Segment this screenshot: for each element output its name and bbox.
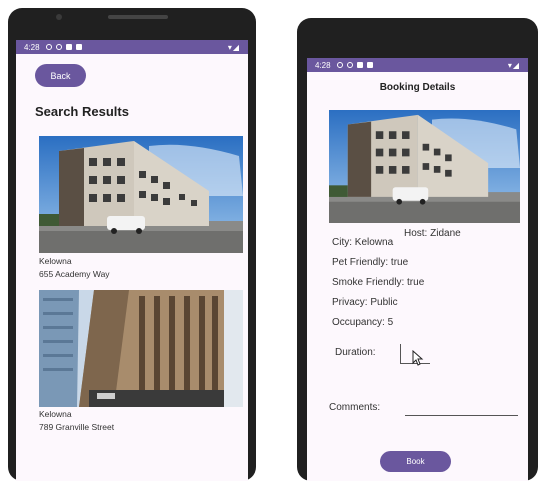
comments-label: Comments:: [329, 402, 381, 413]
clock-icon: [336, 62, 343, 68]
shield-icon: [346, 62, 353, 68]
host-label: Host: Zidane: [404, 228, 461, 239]
result-city: Kelowna: [39, 256, 72, 266]
left-phone-frame: 4:28 ▾◢ Back Search Results Kelowna 655 …: [8, 8, 256, 481]
wifi-signal-icon: ▾◢: [507, 60, 520, 70]
sim-icon: [356, 62, 363, 68]
status-bar: 4:28 ▾◢: [16, 40, 248, 54]
sim-icon: [65, 44, 72, 50]
listing-photo-apartment: [329, 110, 520, 223]
occupancy-label: Occupancy: 5: [332, 317, 394, 328]
status-bar: 4:28 ▾◢: [307, 58, 528, 72]
status-icons: [336, 62, 373, 68]
duration-label: Duration:: [335, 347, 376, 358]
comments-input[interactable]: [405, 415, 518, 416]
clock-icon: [45, 44, 52, 50]
status-icons: [45, 44, 82, 50]
status-time: 4:28: [24, 42, 40, 52]
speaker-grille: [108, 15, 168, 19]
page-title: Booking Details: [379, 82, 456, 93]
book-button[interactable]: Book: [380, 451, 451, 472]
shield-icon: [55, 44, 62, 50]
result-address: 655 Academy Way: [39, 269, 110, 279]
privacy-label: Privacy: Public: [332, 297, 398, 308]
mouse-cursor-icon: [412, 350, 424, 366]
result-city: Kelowna: [39, 409, 72, 419]
storage-icon: [75, 44, 82, 50]
city-label: City: Kelowna: [332, 237, 394, 248]
right-screen: 4:28 ▾◢ Booking Details Host: Zidane Cit…: [307, 58, 528, 481]
smoke-friendly-label: Smoke Friendly: true: [332, 277, 425, 288]
result-photo-tower[interactable]: [39, 290, 243, 407]
result-photo-apartment[interactable]: [39, 136, 243, 253]
left-screen: 4:28 ▾◢ Back Search Results Kelowna 655 …: [16, 40, 248, 481]
wifi-signal-icon: ▾◢: [227, 42, 240, 52]
right-phone-frame: 4:28 ▾◢ Booking Details Host: Zidane Cit…: [297, 18, 538, 481]
storage-icon: [366, 62, 373, 68]
front-camera: [56, 14, 62, 20]
pet-friendly-label: Pet Friendly: true: [332, 257, 409, 268]
page-title: Search Results: [35, 104, 129, 119]
status-time: 4:28: [315, 60, 331, 70]
back-button[interactable]: Back: [35, 64, 86, 87]
result-address: 789 Granville Street: [39, 422, 115, 432]
